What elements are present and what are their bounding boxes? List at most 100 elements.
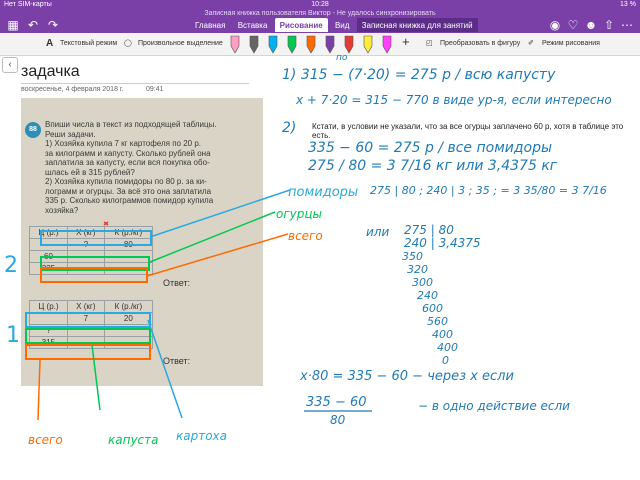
- ink-note-or: или: [366, 225, 389, 239]
- typed-comment[interactable]: Кстати, в условии не указали, что за все…: [312, 122, 640, 140]
- task-text: Впиши числа в текст из подходящей таблиц…: [45, 120, 263, 215]
- ink-label-total: всего: [288, 229, 323, 243]
- table-header-cell: К (р./кг): [103, 226, 154, 239]
- undo-icon[interactable]: ↶: [26, 18, 40, 32]
- document-title: Записная книжка пользователя Виктор - Не…: [204, 10, 436, 17]
- table-header-cell: Х (кг): [66, 300, 105, 313]
- battery-label: 13 %: [620, 1, 636, 8]
- pen-6[interactable]: [325, 34, 335, 54]
- page-title[interactable]: задачка: [21, 63, 80, 81]
- tab-class-notebook[interactable]: Записная книжка для занятий: [356, 18, 478, 32]
- ink-note-label2: 2): [282, 120, 296, 136]
- answer-label-1: Ответ:: [163, 356, 191, 366]
- page-date: воскресенье, 4 февраля 2018 г.: [21, 86, 124, 93]
- ink-note-line1: 1) 315 − (7·20) = 275 р / всю капусту: [282, 67, 556, 83]
- free-select-button[interactable]: Произвольное выделение: [138, 38, 223, 50]
- ink-note-line6-den: 80: [330, 413, 346, 427]
- task-line: хозяйка?: [45, 205, 79, 215]
- long-division-line: 0: [442, 354, 449, 367]
- table-header-cell: Ц (р.): [29, 300, 68, 313]
- ink-note-line3: 335 − 60 = 275 р / все помидоры: [308, 140, 552, 156]
- tab-home[interactable]: Главная: [190, 18, 230, 32]
- ink-long-division: 275 | 80240 | 3,437535032030024060056040…: [402, 223, 481, 367]
- long-division-line: 400: [437, 341, 458, 354]
- ink-note-line6-num: 335 − 60: [306, 395, 367, 410]
- long-division-line: 240: [417, 289, 438, 302]
- ink-note-line2: x + 7·20 = 315 − 770 в виде ур-я, если и…: [295, 93, 612, 107]
- page-time: 09:41: [146, 86, 164, 93]
- long-division-line: 400: [432, 328, 453, 341]
- app-header: Записная книжка пользователя Виктор - Не…: [0, 10, 640, 33]
- long-division-line: 350: [402, 250, 423, 263]
- answer-label-2: Ответ:: [163, 278, 191, 288]
- ink-label-one: 1: [6, 323, 20, 348]
- ink-label-total-2: всего: [28, 433, 63, 447]
- convert-shape-button[interactable]: Преобразовать в фигуру: [440, 38, 520, 50]
- table-cell: ?: [29, 324, 68, 337]
- lightbulb-icon[interactable]: ◉: [548, 18, 562, 32]
- task-line: лограмм и огурцы. За всё это она заплати…: [45, 186, 212, 196]
- table-header-cell: Ц (р.): [29, 226, 68, 239]
- shape-icon[interactable]: ◰: [426, 38, 433, 50]
- pen-5[interactable]: [306, 34, 316, 54]
- pen-7[interactable]: [344, 34, 354, 54]
- task-line: шлась ей в 315 рублей?: [45, 167, 135, 177]
- long-division-line: 320: [407, 263, 428, 276]
- ink-note-line6-text: − в одно действие если: [418, 399, 570, 413]
- photo-table-1: Ц (р.) Х (кг) К (р./кг) 7 20 ? 315: [29, 300, 154, 349]
- tab-insert[interactable]: Вставка: [233, 18, 273, 32]
- redo-icon[interactable]: ↷: [46, 18, 60, 32]
- clock: 10:28: [311, 1, 329, 8]
- ink-note-fraction: 275 | 80 ; 240 | 3 ; 35 ; = 3 35/80 = 3 …: [370, 184, 607, 197]
- ink-label-cabbage: капуста: [108, 433, 159, 447]
- photo-table-2: Ц (р.) Х (кг) К (р./кг) ? 80 60 335: [29, 226, 154, 275]
- table-cell: 60: [29, 250, 68, 263]
- long-division-line: 560: [427, 315, 448, 328]
- textbook-photo[interactable]: 88 Впиши числа в текст из подходящей таб…: [21, 98, 263, 386]
- task-line: 2) Хозяйка купила помидоры по 80 р. за к…: [45, 177, 207, 186]
- back-button[interactable]: ‹: [2, 57, 18, 73]
- table-cell: ?: [66, 238, 105, 251]
- lasso-icon[interactable]: ◯: [124, 38, 132, 50]
- ink-label-cucumbers: огурцы: [276, 207, 322, 221]
- long-division-line: 600: [422, 302, 443, 315]
- title-divider: [21, 83, 249, 84]
- task-line: за килограмм и капусту. Сколько рублей о…: [45, 148, 211, 158]
- add-user-icon[interactable]: ☻: [584, 18, 598, 32]
- text-mode-button[interactable]: Текстовый режим: [60, 38, 117, 50]
- bell-icon[interactable]: ♡: [566, 18, 580, 32]
- tab-draw[interactable]: Рисование: [274, 18, 328, 32]
- table-header-cell: Х (кг): [66, 226, 105, 239]
- draw-mode-icon[interactable]: ✐: [528, 38, 534, 50]
- task-line: 1) Хозяйка купила 7 кг картофеля по 20 р…: [45, 139, 202, 148]
- status-bar: Нет SIM-карты 10:28 13 %: [0, 0, 640, 10]
- table-cell: 20: [103, 312, 154, 325]
- pen-8[interactable]: [363, 34, 373, 54]
- long-division-line: 275 | 80: [404, 223, 454, 237]
- table-cell: 80: [103, 238, 154, 251]
- ink-label-two: 2: [4, 253, 18, 278]
- table-cell: 335: [29, 262, 68, 275]
- pen-3[interactable]: [268, 34, 278, 54]
- ink-note-line4: 275 / 80 = 3 7/16 кг или 3,4375 кг: [308, 158, 558, 174]
- add-pen-icon[interactable]: +: [402, 35, 410, 48]
- draw-mode-button[interactable]: Режим рисования: [542, 38, 600, 50]
- table-cell: 315: [29, 336, 68, 349]
- sidebar-toggle-icon[interactable]: ▦: [6, 18, 20, 32]
- task-number-badge: 88: [25, 122, 41, 138]
- pen-9[interactable]: [382, 34, 392, 54]
- tab-view[interactable]: Вид: [330, 18, 354, 32]
- task-line: 335 р. Сколько килограммов помидор купил…: [45, 196, 214, 205]
- tab-bar: Главная Вставка Рисование Вид Записная к…: [190, 18, 478, 34]
- share-icon[interactable]: ⇧: [602, 18, 616, 32]
- text-mode-icon[interactable]: A: [46, 38, 53, 50]
- pen-4[interactable]: [287, 34, 297, 54]
- long-division-line: 300: [412, 276, 433, 289]
- table-cell: 7: [66, 312, 105, 325]
- task-line: Реши задачи.: [45, 129, 96, 139]
- pen-2[interactable]: [249, 34, 259, 54]
- pen-1[interactable]: [230, 34, 240, 54]
- draw-ribbon: A Текстовый режим ◯ Произвольное выделен…: [0, 33, 640, 56]
- ink-label-tomatoes: помидоры: [288, 185, 358, 200]
- more-icon[interactable]: ⋯: [620, 18, 634, 32]
